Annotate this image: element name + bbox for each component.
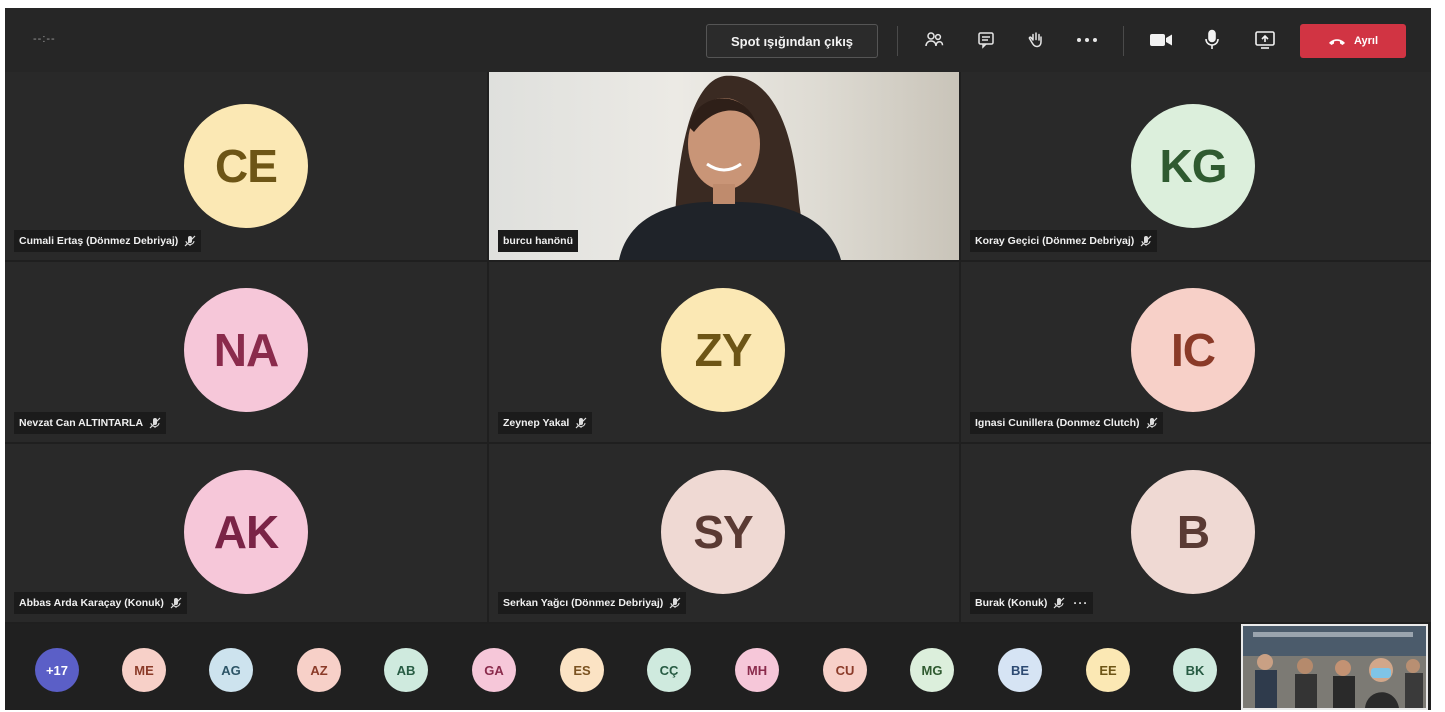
participant-name: Nevzat Can ALTINTARLA (19, 417, 144, 429)
camera-icon[interactable] (1147, 26, 1175, 54)
participant-avatar[interactable]: ES (560, 648, 604, 692)
chat-icon[interactable] (972, 26, 1000, 54)
participant-strip: +17 ME AG AZ AB GA ES CÇ MH CU MG BE EE … (5, 624, 1431, 710)
mic-off-icon (1146, 417, 1157, 429)
participant-name-tag: Ignasi Cunillera (Donmez Clutch) (970, 412, 1163, 434)
participant-tile[interactable]: AK Abbas Arda Karaçay (Konuk) (5, 444, 487, 622)
participant-name: Koray Geçici (Dönmez Debriyaj) (975, 235, 1135, 247)
meeting-window: --:-- Spot ışığından çıkış Ayrıl CE Cuma… (5, 8, 1431, 710)
avatar: AK (184, 470, 308, 594)
raise-hand-icon[interactable] (1022, 26, 1050, 54)
mic-off-icon (1053, 597, 1065, 609)
hang-up-icon (1328, 38, 1345, 45)
participant-tile[interactable]: KG Koray Geçici (Dönmez Debriyaj) (961, 72, 1431, 260)
avatar: SY (661, 470, 785, 594)
participant-avatar[interactable]: GA (472, 648, 516, 692)
participant-tile[interactable]: CE Cumali Ertaş (Dönmez Debriyaj) (5, 72, 487, 260)
self-video-feed (1243, 626, 1426, 708)
participant-name-tag: Burak (Konuk) ··· (970, 592, 1094, 614)
avatar: KG (1131, 104, 1255, 228)
participant-name: Abbas Arda Karaçay (Konuk) (19, 597, 164, 609)
participant-tile[interactable]: IC Ignasi Cunillera (Donmez Clutch) (961, 262, 1431, 442)
mic-off-icon (170, 597, 182, 609)
participant-name-tag: Cumali Ertaş (Dönmez Debriyaj) (14, 230, 202, 252)
participant-tile[interactable]: B Burak (Konuk) ··· (961, 444, 1431, 622)
toolbar-divider (897, 26, 898, 56)
exit-spotlight-button[interactable]: Spot ışığından çıkış (706, 24, 878, 58)
microphone-icon[interactable] (1198, 26, 1226, 54)
leave-label: Ayrıl (1353, 35, 1379, 47)
participant-tile[interactable]: SY Serkan Yağcı (Dönmez Debriyaj) (489, 444, 959, 622)
participant-name: Ignasi Cunillera (Donmez Clutch) (975, 417, 1140, 429)
participant-name: Serkan Yağcı (Dönmez Debriyaj) (503, 597, 664, 609)
participant-name-tag: burcu hanönü (498, 230, 578, 252)
meeting-timer: --:-- (33, 33, 56, 45)
mic-off-icon (149, 417, 161, 429)
mic-off-icon (1140, 235, 1152, 247)
avatar: B (1131, 470, 1255, 594)
video-tile[interactable]: burcu hanönü (489, 72, 959, 260)
avatar: ZY (661, 288, 785, 412)
participant-name: Zeynep Yakal (503, 417, 570, 429)
participant-name: Burak (Konuk) (975, 597, 1048, 609)
avatar: CE (184, 104, 308, 228)
more-options-icon[interactable] (1073, 26, 1101, 54)
participant-avatar[interactable]: EE (1086, 648, 1130, 692)
avatar: IC (1131, 288, 1255, 412)
overflow-participants-button[interactable]: +17 (35, 648, 79, 692)
participant-avatar[interactable]: AB (384, 648, 428, 692)
participant-tile[interactable]: ZY Zeynep Yakal (489, 262, 959, 442)
mic-off-icon (575, 417, 587, 429)
participant-avatar[interactable]: ME (122, 648, 166, 692)
participant-name-tag: Abbas Arda Karaçay (Konuk) (14, 592, 187, 614)
participant-avatar[interactable]: CU (823, 648, 867, 692)
participant-name-tag: Zeynep Yakal (498, 412, 593, 434)
participant-avatar[interactable]: CÇ (647, 648, 691, 692)
participant-name: Cumali Ertaş (Dönmez Debriyaj) (19, 235, 179, 247)
participant-name-tag: Serkan Yağcı (Dönmez Debriyaj) (498, 592, 687, 614)
participants-icon[interactable] (920, 26, 948, 54)
leave-button[interactable]: Ayrıl (1300, 24, 1406, 58)
participant-avatar[interactable]: BK (1173, 648, 1217, 692)
self-view-video[interactable] (1241, 624, 1428, 710)
participant-more-button[interactable]: ··· (1073, 596, 1088, 610)
participant-avatar[interactable]: AZ (297, 648, 341, 692)
participant-avatar[interactable]: AG (209, 648, 253, 692)
participant-name-tag: Nevzat Can ALTINTARLA (14, 412, 167, 434)
participant-avatar[interactable]: BE (998, 648, 1042, 692)
share-screen-icon[interactable] (1251, 26, 1279, 54)
participant-avatar[interactable]: MH (735, 648, 779, 692)
meeting-toolbar: --:-- Spot ışığından çıkış Ayrıl (5, 8, 1431, 72)
participant-name: burcu hanönü (503, 235, 573, 247)
toolbar-divider (1123, 26, 1124, 56)
participant-avatar[interactable]: MG (910, 648, 954, 692)
mic-off-icon (184, 235, 196, 247)
mic-off-icon (669, 597, 681, 609)
avatar: NA (184, 288, 308, 412)
participant-tile[interactable]: NA Nevzat Can ALTINTARLA (5, 262, 487, 442)
participant-name-tag: Koray Geçici (Dönmez Debriyaj) (970, 230, 1158, 252)
